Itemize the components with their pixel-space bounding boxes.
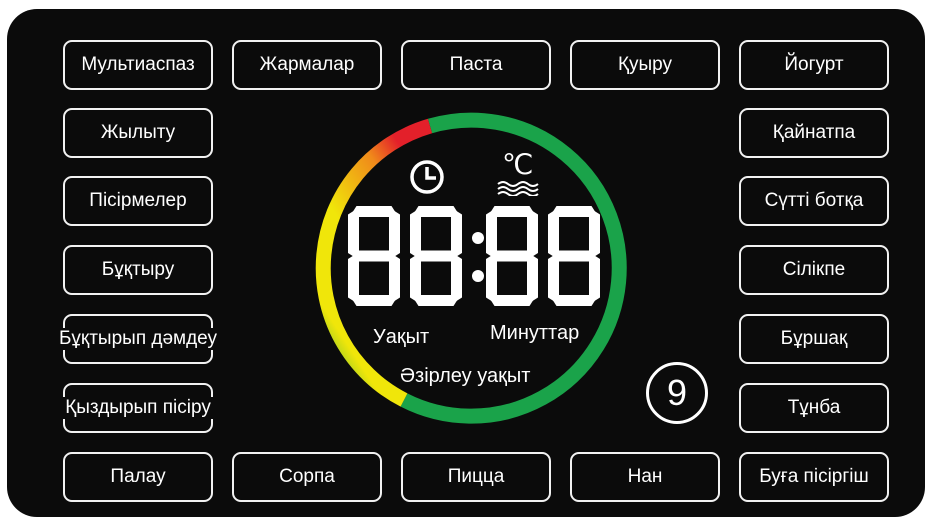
display-segment	[353, 295, 395, 306]
number-badge-value: 9	[666, 372, 688, 413]
program-label: Йогурт	[784, 54, 844, 75]
program-label: Буға пісіргіш	[759, 466, 869, 487]
temperature-unit: ℃	[502, 149, 534, 180]
minutes-label: Минуттар	[490, 322, 580, 344]
display-segment	[415, 206, 457, 217]
hours-label: Уақыт	[373, 326, 430, 348]
program-label: Қайнатпа	[772, 122, 856, 143]
display-segment	[410, 255, 421, 301]
display-segment	[553, 250, 595, 262]
display-segment	[389, 211, 400, 257]
display-segment	[553, 295, 595, 306]
program-label: Пісірмелер	[89, 190, 187, 211]
display-segment	[553, 206, 595, 217]
display-segment	[353, 206, 395, 217]
temperature-icon: ℃	[496, 150, 540, 196]
display-colon-dot	[472, 270, 484, 282]
display-segment	[527, 211, 538, 257]
program-label: Бұқтыру	[101, 259, 175, 280]
number-badge: 9	[646, 362, 708, 424]
display-segment	[415, 250, 457, 262]
display-segment	[548, 211, 559, 257]
display-segment	[348, 211, 359, 257]
program-label: Сүтті ботқа	[764, 190, 864, 211]
program-label: Жылыту	[100, 122, 176, 143]
display-segment	[389, 255, 400, 301]
display-colon-dot	[472, 232, 484, 244]
cook-time-label: Әзірлеу уақыт	[400, 365, 531, 387]
display-segment	[527, 255, 538, 301]
display-segment	[548, 255, 559, 301]
display-segment	[491, 295, 533, 306]
program-label: Палау	[110, 466, 166, 487]
display-segment	[415, 295, 457, 306]
program-label: Нан	[627, 466, 663, 487]
display-segment	[353, 250, 395, 262]
display-segment	[451, 255, 462, 301]
display-segment	[491, 206, 533, 217]
program-label: Паста	[449, 54, 503, 75]
display-segment	[410, 211, 421, 257]
display-segment	[589, 255, 600, 301]
program-label: Жармалар	[259, 54, 355, 75]
clock-icon	[410, 160, 444, 194]
time-display	[348, 206, 600, 306]
display-segment	[491, 250, 533, 262]
program-label: Мультиаспаз	[81, 54, 195, 75]
program-label: Сорпа	[279, 466, 335, 487]
program-label: Тұнба	[787, 397, 841, 418]
display-segment	[589, 211, 600, 257]
display-segment	[348, 255, 359, 301]
program-label: Қыздырып пісіру	[63, 397, 213, 419]
program-label: Қуыру	[617, 54, 673, 75]
program-label: Бұқтырып дәмдеу	[56, 328, 220, 350]
heat-waves	[497, 181, 539, 196]
display-segment	[451, 211, 462, 257]
program-label: Бұршақ	[780, 328, 848, 349]
program-label: Пицца	[447, 466, 505, 487]
program-label: Сілікпе	[782, 259, 846, 280]
display-segment	[486, 255, 497, 301]
display-segment	[486, 211, 497, 257]
